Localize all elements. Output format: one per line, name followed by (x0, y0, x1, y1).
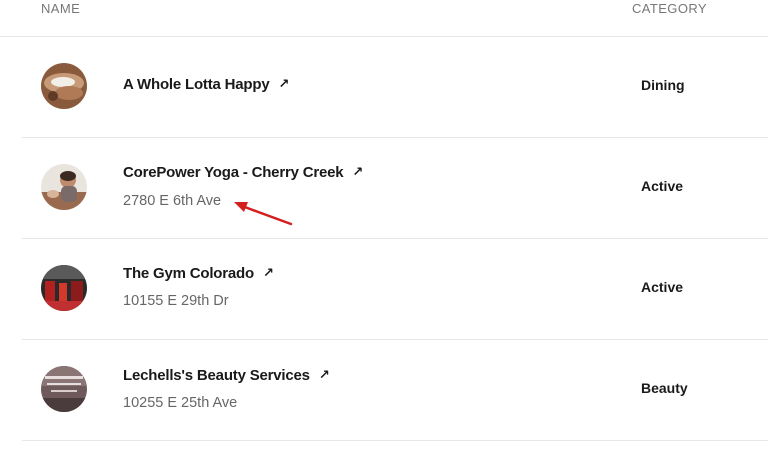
table-row[interactable]: CorePower Yoga - Cherry Creek ↗ 2780 E 6t… (22, 137, 768, 239)
place-address: 10155 E 29th Dr (123, 293, 229, 309)
external-link-icon[interactable]: ↗ (352, 164, 363, 180)
place-title: Lechells's Beauty Services (123, 367, 310, 384)
category-label: Active (641, 279, 684, 295)
place-title-link[interactable]: The Gym Colorado ↗ (123, 265, 274, 282)
table-header: NAME CATEGORY (0, 0, 768, 37)
category-label: Beauty (641, 380, 688, 396)
places-list: NAME CATEGORY A Whole Lotta Happy ↗ Dinin… (0, 0, 768, 455)
column-header-name[interactable]: NAME (41, 1, 80, 16)
place-title: A Whole Lotta Happy (123, 76, 270, 93)
place-address: 2780 E 6th Ave (123, 193, 222, 209)
category-label: Active (641, 178, 684, 194)
place-title-link[interactable]: CorePower Yoga - Cherry Creek ↗ (123, 164, 363, 181)
place-address: 10255 E 25th Ave (123, 395, 238, 411)
table-row[interactable]: A Whole Lotta Happy ↗ Dining (22, 36, 768, 138)
avatar (41, 265, 87, 311)
avatar (41, 63, 87, 109)
category-label: Dining (641, 77, 685, 93)
avatar (41, 366, 87, 412)
external-link-icon[interactable]: ↗ (263, 265, 274, 281)
table-row[interactable]: The Gym Colorado ↗ 10155 E 29th Dr Active (22, 238, 768, 340)
column-header-category[interactable]: CATEGORY (632, 1, 707, 16)
avatar (41, 164, 87, 210)
place-title: The Gym Colorado (123, 265, 254, 282)
table-row[interactable]: Lechells's Beauty Services ↗ 10255 E 25th… (22, 339, 768, 441)
place-title: CorePower Yoga - Cherry Creek (123, 164, 344, 181)
external-link-icon[interactable]: ↗ (278, 76, 289, 92)
external-link-icon[interactable]: ↗ (319, 367, 330, 383)
place-title-link[interactable]: A Whole Lotta Happy ↗ (123, 76, 289, 93)
place-title-link[interactable]: Lechells's Beauty Services ↗ (123, 367, 330, 384)
